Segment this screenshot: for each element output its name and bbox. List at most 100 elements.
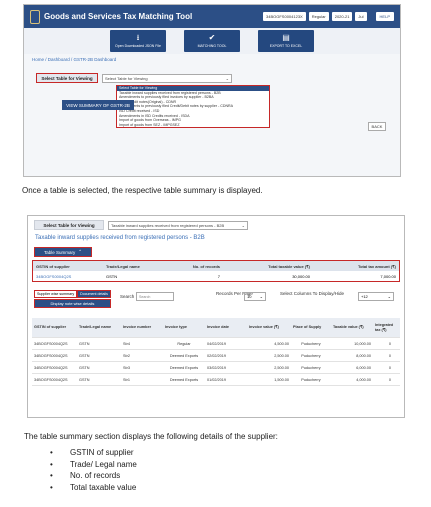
gstin-link[interactable]: 34BOGFS0004Q2S — [33, 274, 103, 279]
gstin-chip: 34BOGFS0004123X — [263, 12, 306, 21]
table-cell: 7 — [217, 273, 220, 279]
list-item: No. of records — [50, 470, 137, 482]
header-cell[interactable]: Invoice date — [205, 325, 247, 330]
table-cell: Puducherry — [301, 353, 321, 358]
view-toggle-group: Supplier wise summary Document details D… — [34, 290, 111, 308]
document-details-table: GSTIN of supplier Trade/Legal name Invoi… — [32, 318, 400, 386]
table-header-row: GSTIN of supplier Trade/Legal name Invoi… — [32, 318, 400, 338]
list-item: Total taxable value — [50, 482, 137, 494]
table-cell: 01/02/2019 — [207, 377, 227, 382]
header-cell: No. of records — [192, 263, 220, 269]
table-summary: GSTIN of supplier Trade/Legal name No. o… — [32, 260, 400, 282]
back-button[interactable]: BACK — [368, 122, 386, 131]
header-cell[interactable]: Trade/Legal name — [77, 325, 121, 330]
search-input[interactable]: Search — [136, 292, 174, 301]
screenshot-figure-2: Select Table for Viewing Taxable inward … — [27, 215, 405, 418]
table-cell: Str2 — [123, 353, 130, 358]
download-icon: ⭳ — [136, 33, 140, 42]
table-cell: Regular — [177, 341, 191, 346]
table-cell: Deemed Exports — [169, 365, 199, 370]
table-cell: 34BOGFS0004Q2S — [34, 341, 68, 346]
header-info: 34BOGFS0004123X Regular 2020-21 Jul HELP — [263, 12, 394, 21]
document-details-toggle[interactable]: Document details — [77, 290, 111, 298]
table-select-row: Select Table for Viewing Select Table fo… — [36, 73, 232, 83]
table-cell: 34BOGFS0004Q2S — [34, 377, 68, 382]
export-excel-button[interactable]: ▤ EXPORT TO EXCEL — [258, 30, 314, 52]
detail-controls: Supplier wise summary Document details D… — [28, 284, 404, 314]
header-cell[interactable]: Place of Supply — [291, 325, 331, 330]
table-dropdown-list[interactable]: Select Table for Viewing Taxable inward … — [116, 85, 270, 129]
records-per-page-select[interactable]: 10 ⌄ — [244, 292, 266, 301]
dropdown-option[interactable]: Import of goods from SEZ - IMPGSEZ — [117, 123, 269, 128]
table-select[interactable]: Taxable inward supplies received from re… — [108, 220, 248, 230]
table-cell: Puducherry — [301, 377, 321, 382]
columns-select[interactable]: +12 ⌄ — [358, 292, 394, 301]
header-cell: Trade/Legal name — [106, 263, 140, 269]
table-cell: Deemed Exports — [169, 353, 199, 358]
table-cell: GSTN — [79, 353, 90, 358]
header-cell[interactable]: Integrated tax (₹) — [373, 323, 393, 332]
table-cell: 2,500.00 — [274, 365, 289, 370]
month-chip: Jul — [355, 12, 367, 21]
header-cell: Total tax amount (₹) — [357, 263, 396, 269]
header-cell[interactable]: Taxable value (₹) — [331, 325, 373, 330]
table-cell: GSTN — [79, 341, 90, 346]
open-json-button[interactable]: ⭳ Open Downloaded JSON File — [110, 30, 166, 52]
table-cell: 34BOGFS0004Q2S — [34, 365, 68, 370]
table-cell: GSTN — [79, 365, 90, 370]
table-summary-toggle[interactable]: Table Summary ⌃ — [34, 247, 92, 257]
chevron-down-icon: ⌄ — [225, 75, 229, 81]
matching-tool-button[interactable]: ✔ MATCHING TOOL — [184, 30, 240, 52]
table-row: 34BOGFS0004Q2S GSTN Str2 Deemed Exports … — [32, 350, 400, 362]
table-cell: 4,500.00 — [274, 341, 289, 346]
caption-2: The table summary section displays the f… — [24, 432, 278, 441]
search-label: Search — [120, 294, 135, 299]
table-select[interactable]: Select Table for Viewing ⌄ — [102, 73, 232, 83]
breadcrumb[interactable]: Home / Dashboard / GSTR-2B Dashboard — [24, 54, 400, 65]
table-cell: 30,000.00 — [292, 273, 310, 279]
select-table-label: Select Table for Viewing — [34, 220, 104, 230]
header-cell[interactable]: Invoice type — [163, 325, 205, 330]
table-cell: 4,000.00 — [356, 377, 371, 382]
app-title: Goods and Services Tax Matching Tool — [44, 12, 193, 21]
table-cell: Puducherry — [301, 365, 321, 370]
table-cell: 2,500.00 — [274, 353, 289, 358]
chevron-down-icon: ⌄ — [387, 294, 391, 299]
view-summary-button[interactable]: VIEW SUMMARY OF GSTR-2B — [62, 100, 134, 110]
table-cell: 0 — [388, 365, 391, 370]
table-cell: Str1 — [123, 377, 130, 382]
header-cell[interactable]: Invoice number — [121, 325, 163, 330]
list-item: GSTIN of supplier — [50, 447, 137, 459]
summary-header: GSTIN of supplier Trade/Legal name No. o… — [33, 261, 399, 271]
search-placeholder: Search — [139, 294, 151, 299]
header-cell[interactable]: Invoice value (₹) — [247, 325, 291, 330]
columns-label: Select Columns To Display/Hide — [280, 291, 344, 296]
table-row: 34BOGFS0004Q2S GSTN Str4 Regular 04/02/2… — [32, 338, 400, 350]
app-header: Goods and Services Tax Matching Tool 34B… — [24, 5, 400, 28]
table-cell: 8,000.00 — [356, 353, 371, 358]
table-cell: 10,000.00 — [354, 341, 371, 346]
table-cell: Puducherry — [301, 341, 321, 346]
financial-year-chip: 2020-21 — [331, 12, 353, 21]
toolbar: ⭳ Open Downloaded JSON File ✔ MATCHING T… — [24, 28, 400, 54]
table-row: 34BOGFS0004Q2S GSTN Str1 Deemed Exports … — [32, 374, 400, 386]
table-cell: 0 — [388, 353, 391, 358]
table-cell: 02/02/2019 — [207, 353, 227, 358]
select-table-label: Select Table for Viewing — [36, 73, 98, 83]
header-cell: GSTIN of supplier — [36, 263, 70, 269]
table-cell: 34BOGFS0004Q2S — [34, 353, 68, 358]
header-cell: Total taxable value (₹) — [268, 263, 310, 269]
chevron-up-icon: ⌃ — [78, 249, 83, 254]
header-cell[interactable]: GSTIN of supplier — [32, 325, 77, 330]
help-button[interactable]: HELP — [375, 12, 394, 21]
table-row: 34BOGFS0004Q2S GSTN Str3 Deemed Exports … — [32, 362, 400, 374]
table-cell: GSTN — [79, 377, 90, 382]
table-cell: GSTN — [106, 273, 118, 279]
table-cell: 03/02/2019 — [207, 365, 227, 370]
file-icon: ▤ — [282, 33, 290, 42]
table-cell: Str3 — [123, 365, 130, 370]
check-icon: ✔ — [208, 33, 216, 42]
display-note-details-button[interactable]: Display note wise details — [34, 299, 111, 308]
table-cell: 04/02/2019 — [207, 341, 227, 346]
supplier-wise-toggle[interactable]: Supplier wise summary — [34, 290, 78, 298]
